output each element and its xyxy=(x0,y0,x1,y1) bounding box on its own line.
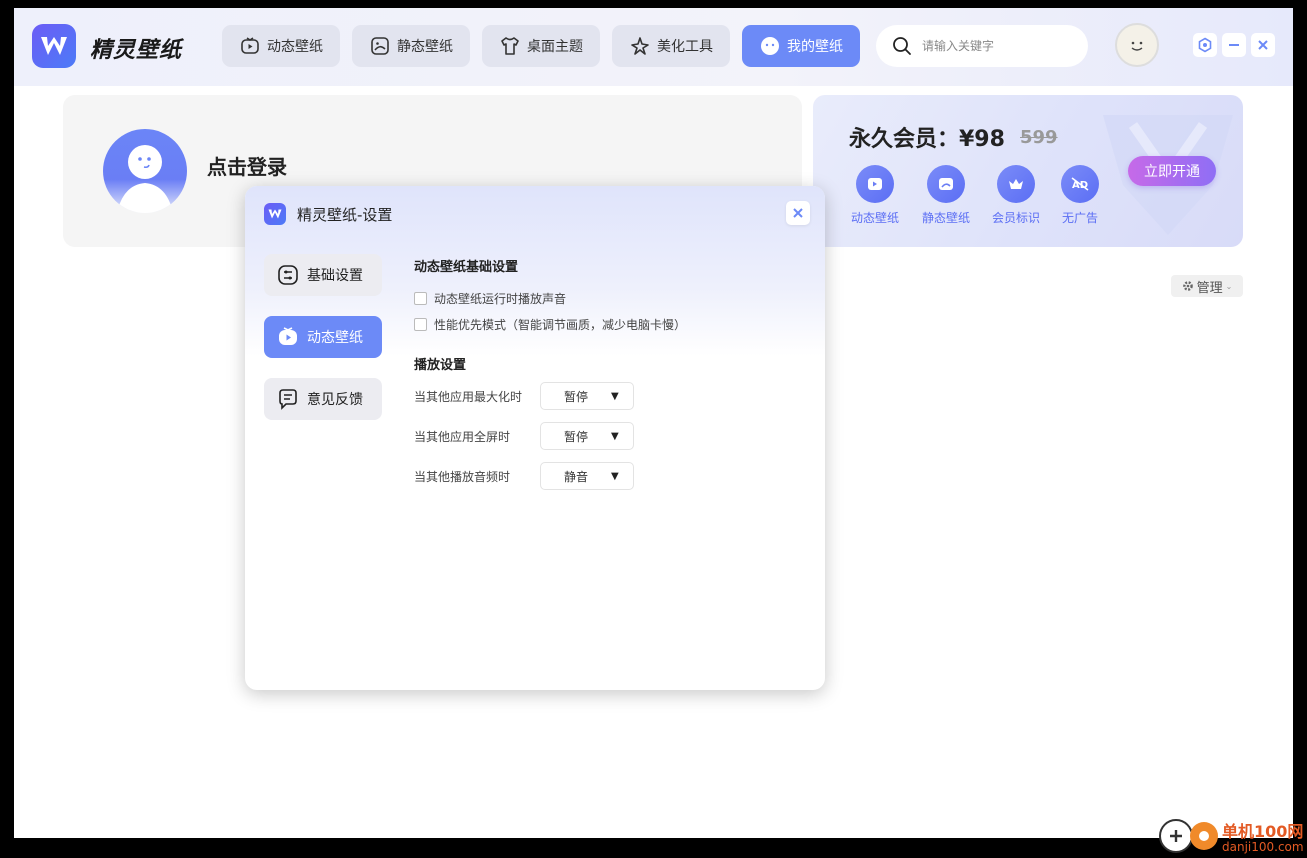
tab-label: 意见反馈 xyxy=(307,392,363,408)
vip-price-title: 永久会员：¥98 xyxy=(849,127,1005,152)
sliders-icon xyxy=(278,265,298,285)
settings-button[interactable] xyxy=(1193,33,1217,57)
select-when-fullscreen[interactable]: 暂停 ▼ xyxy=(540,422,634,450)
nav-tab-label: 动态壁纸 xyxy=(267,39,323,55)
top-bar: 精灵壁纸 动态壁纸 静态壁纸 桌面主题 美化工具 我的壁纸 xyxy=(14,8,1293,86)
checkbox[interactable] xyxy=(414,292,427,305)
dialog-title: 精灵壁纸-设置 xyxy=(297,206,393,224)
vip-feature-badge: 会员标识 xyxy=(984,165,1048,226)
select-when-audio-playing[interactable]: 静音 ▼ xyxy=(540,462,634,490)
svg-text:AD: AD xyxy=(1072,180,1088,191)
vip-promo-card: 永久会员：¥98 599 动态壁纸 静态壁纸 会员标识 AD 无广告 立即开通 xyxy=(813,95,1243,247)
select-label-audio: 当其他播放音频时 xyxy=(414,470,511,484)
vip-feature-label: 动态壁纸 xyxy=(850,211,899,225)
close-icon xyxy=(1258,40,1268,50)
minimize-icon xyxy=(1229,44,1239,46)
chat-icon xyxy=(279,389,297,410)
vip-original-price: 599 xyxy=(1020,127,1058,148)
close-window-button[interactable] xyxy=(1251,33,1275,57)
checkbox-label: 性能优先模式（智能调节画质，减少电脑卡慢） xyxy=(434,318,687,332)
gear-icon xyxy=(1182,281,1193,291)
watermark-text: 单机100网 xyxy=(1222,822,1304,841)
nav-tab-static-wallpaper[interactable]: 静态壁纸 xyxy=(352,25,470,67)
crown-icon xyxy=(1009,179,1023,189)
nav-tab-my-wallpaper[interactable]: 我的壁纸 xyxy=(742,25,860,67)
dropdown-arrow-icon: ▼ xyxy=(611,470,619,482)
tab-label: 动态壁纸 xyxy=(307,330,363,346)
settings-dialog: 精灵壁纸-设置 基础设置 动态壁纸 意见反馈 动态壁纸基础设置 动态壁纸运行时播… xyxy=(245,186,825,690)
dropdown-arrow-icon: ▼ xyxy=(611,430,619,442)
smile-icon xyxy=(761,37,779,55)
nav-tab-label: 我的壁纸 xyxy=(787,39,843,55)
chevron-down-icon: ⌄ xyxy=(1225,281,1233,291)
tab-feedback[interactable]: 意见反馈 xyxy=(264,378,382,420)
no-ad-icon: AD xyxy=(1071,177,1089,191)
select-value: 暂停 xyxy=(563,389,588,404)
close-icon xyxy=(793,208,803,218)
app-name: 精灵壁纸 xyxy=(90,38,183,63)
nav-tab-label: 桌面主题 xyxy=(527,39,583,55)
select-label-fullscreen: 当其他应用全屏时 xyxy=(414,430,511,444)
app-logo-icon xyxy=(32,24,76,68)
dialog-close-button[interactable] xyxy=(786,201,810,225)
option-play-sound[interactable]: 动态壁纸运行时播放声音 xyxy=(414,290,566,307)
watermark: 单机100网 danji100.com xyxy=(1158,814,1307,858)
user-avatar[interactable] xyxy=(1115,23,1159,67)
shirt-icon xyxy=(501,37,519,55)
vip-feature-label: 无广告 xyxy=(1061,211,1098,225)
nav-tab-label: 美化工具 xyxy=(657,39,713,55)
image-icon xyxy=(371,37,389,55)
search-box[interactable] xyxy=(876,25,1088,67)
manage-label: 管理 xyxy=(1196,280,1223,296)
watermark-logo-icon xyxy=(1159,819,1218,853)
search-icon xyxy=(893,37,911,55)
nav-tab-beautify-tools[interactable]: 美化工具 xyxy=(612,25,730,67)
video-icon xyxy=(868,178,882,190)
watermark-url: danji100.com xyxy=(1222,840,1304,854)
select-value: 暂停 xyxy=(563,429,588,444)
nav-tab-label: 静态壁纸 xyxy=(397,39,453,55)
default-avatar xyxy=(103,129,187,213)
tab-label: 基础设置 xyxy=(307,268,363,284)
minimize-button[interactable] xyxy=(1222,33,1246,57)
vip-open-button[interactable]: 立即开通 xyxy=(1128,156,1216,186)
dialog-logo-icon xyxy=(264,203,286,225)
vip-feature-no-ads: AD 无广告 xyxy=(1048,165,1112,226)
option-performance-mode[interactable]: 性能优先模式（智能调节画质，减少电脑卡慢） xyxy=(414,316,686,333)
manage-dropdown[interactable]: 管理 ⌄ xyxy=(1171,275,1243,297)
tab-basic-settings[interactable]: 基础设置 xyxy=(264,254,382,296)
settings-icon xyxy=(1198,37,1212,53)
vip-feature-static: 静态壁纸 xyxy=(914,165,978,226)
checkbox[interactable] xyxy=(414,318,427,331)
vip-feature-label: 静态壁纸 xyxy=(921,211,970,225)
nav-tab-desktop-theme[interactable]: 桌面主题 xyxy=(482,25,600,67)
vip-feature-dynamic: 动态壁纸 xyxy=(843,165,907,226)
picture-icon xyxy=(939,178,953,190)
checkbox-label: 动态壁纸运行时播放声音 xyxy=(434,292,567,306)
vip-feature-label: 会员标识 xyxy=(991,211,1040,225)
sparkle-icon xyxy=(631,37,649,55)
select-label-maximized: 当其他应用最大化时 xyxy=(414,390,523,404)
face-icon xyxy=(1131,41,1143,51)
search-input[interactable] xyxy=(922,39,1072,53)
login-link[interactable]: 点击登录 xyxy=(207,151,287,180)
dropdown-arrow-icon: ▼ xyxy=(611,390,619,402)
section-title-playback: 播放设置 xyxy=(414,358,467,373)
select-value: 静音 xyxy=(563,469,588,484)
section-title-basic: 动态壁纸基础设置 xyxy=(414,260,519,275)
user-placeholder-icon xyxy=(117,145,173,213)
tv-icon xyxy=(241,37,259,54)
nav-tab-dynamic-wallpaper[interactable]: 动态壁纸 xyxy=(222,25,340,67)
tab-dynamic-wallpaper[interactable]: 动态壁纸 xyxy=(264,316,382,358)
select-when-maximized[interactable]: 暂停 ▼ xyxy=(540,382,634,410)
tv-icon xyxy=(279,327,297,345)
